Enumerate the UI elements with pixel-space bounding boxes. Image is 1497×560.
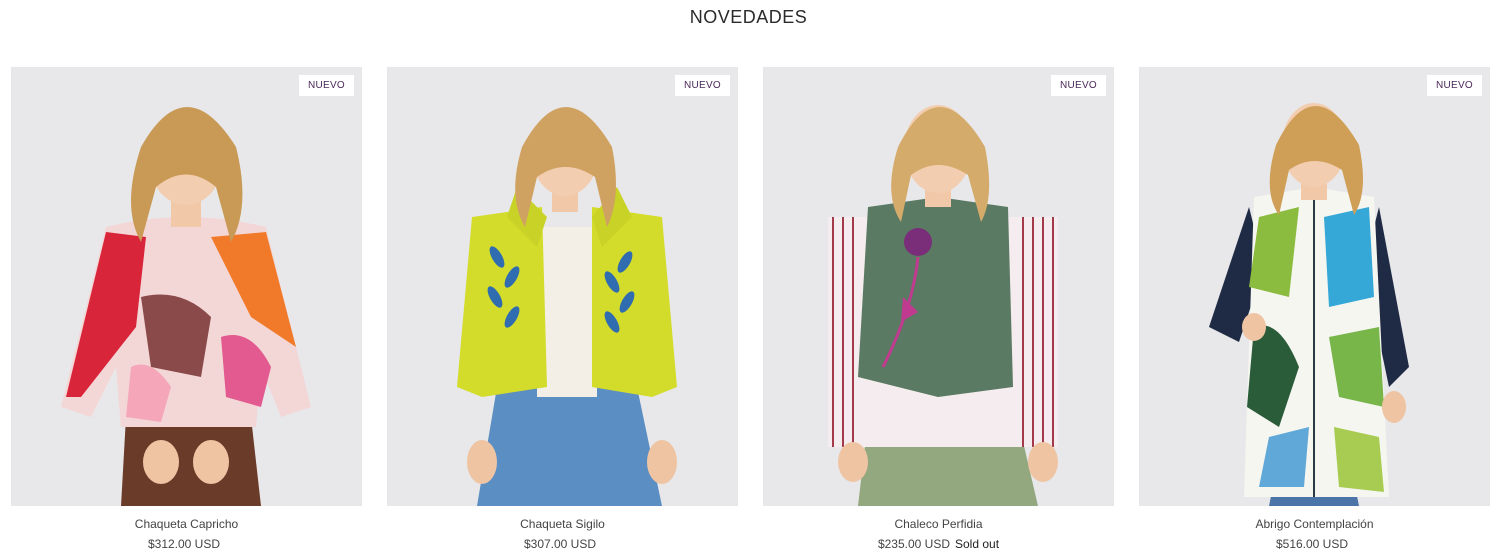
product-card[interactable]: NUEVO Abrigo Contemplación $516.00 USD xyxy=(1139,67,1490,551)
product-name[interactable]: Abrigo Contemplación xyxy=(1255,517,1373,531)
product-price: $307.00 USD xyxy=(523,537,597,551)
product-image[interactable]: NUEVO xyxy=(387,67,738,506)
product-card[interactable]: NUEVO Chaleco Perfidia $235.00 USD Sold o… xyxy=(763,67,1114,551)
product-price: $516.00 USD xyxy=(1275,537,1349,551)
product-card[interactable]: NUEVO Chaqueta Sigilo $307.00 USD xyxy=(387,67,738,551)
product-image[interactable]: NUEVO xyxy=(763,67,1114,506)
new-badge: NUEVO xyxy=(674,75,730,96)
new-badge: NUEVO xyxy=(1426,75,1482,96)
product-name[interactable]: Chaqueta Capricho xyxy=(135,517,238,531)
product-price: $235.00 USD xyxy=(877,537,950,551)
sold-out-label: Sold out xyxy=(955,537,1000,551)
price-row: $235.00 USD Sold out xyxy=(878,537,999,551)
price-row: $516.00 USD xyxy=(1276,537,1353,551)
product-card[interactable]: NUEVO Chaqueta Capricho $312.00 USD xyxy=(11,67,362,551)
product-name[interactable]: Chaqueta Sigilo xyxy=(520,517,605,531)
new-badge: NUEVO xyxy=(298,75,354,96)
price-row: $307.00 USD xyxy=(524,537,601,551)
price-row: $312.00 USD xyxy=(148,537,225,551)
product-image[interactable]: NUEVO xyxy=(1139,67,1490,506)
product-price: $312.00 USD xyxy=(147,537,221,551)
new-badge: NUEVO xyxy=(1050,75,1106,96)
product-image[interactable]: NUEVO xyxy=(11,67,362,506)
section-title: NOVEDADES xyxy=(689,7,808,27)
product-grid: NUEVO Chaqueta Capricho $312.00 USD NUEV… xyxy=(11,67,1490,551)
product-name[interactable]: Chaleco Perfidia xyxy=(894,517,982,531)
